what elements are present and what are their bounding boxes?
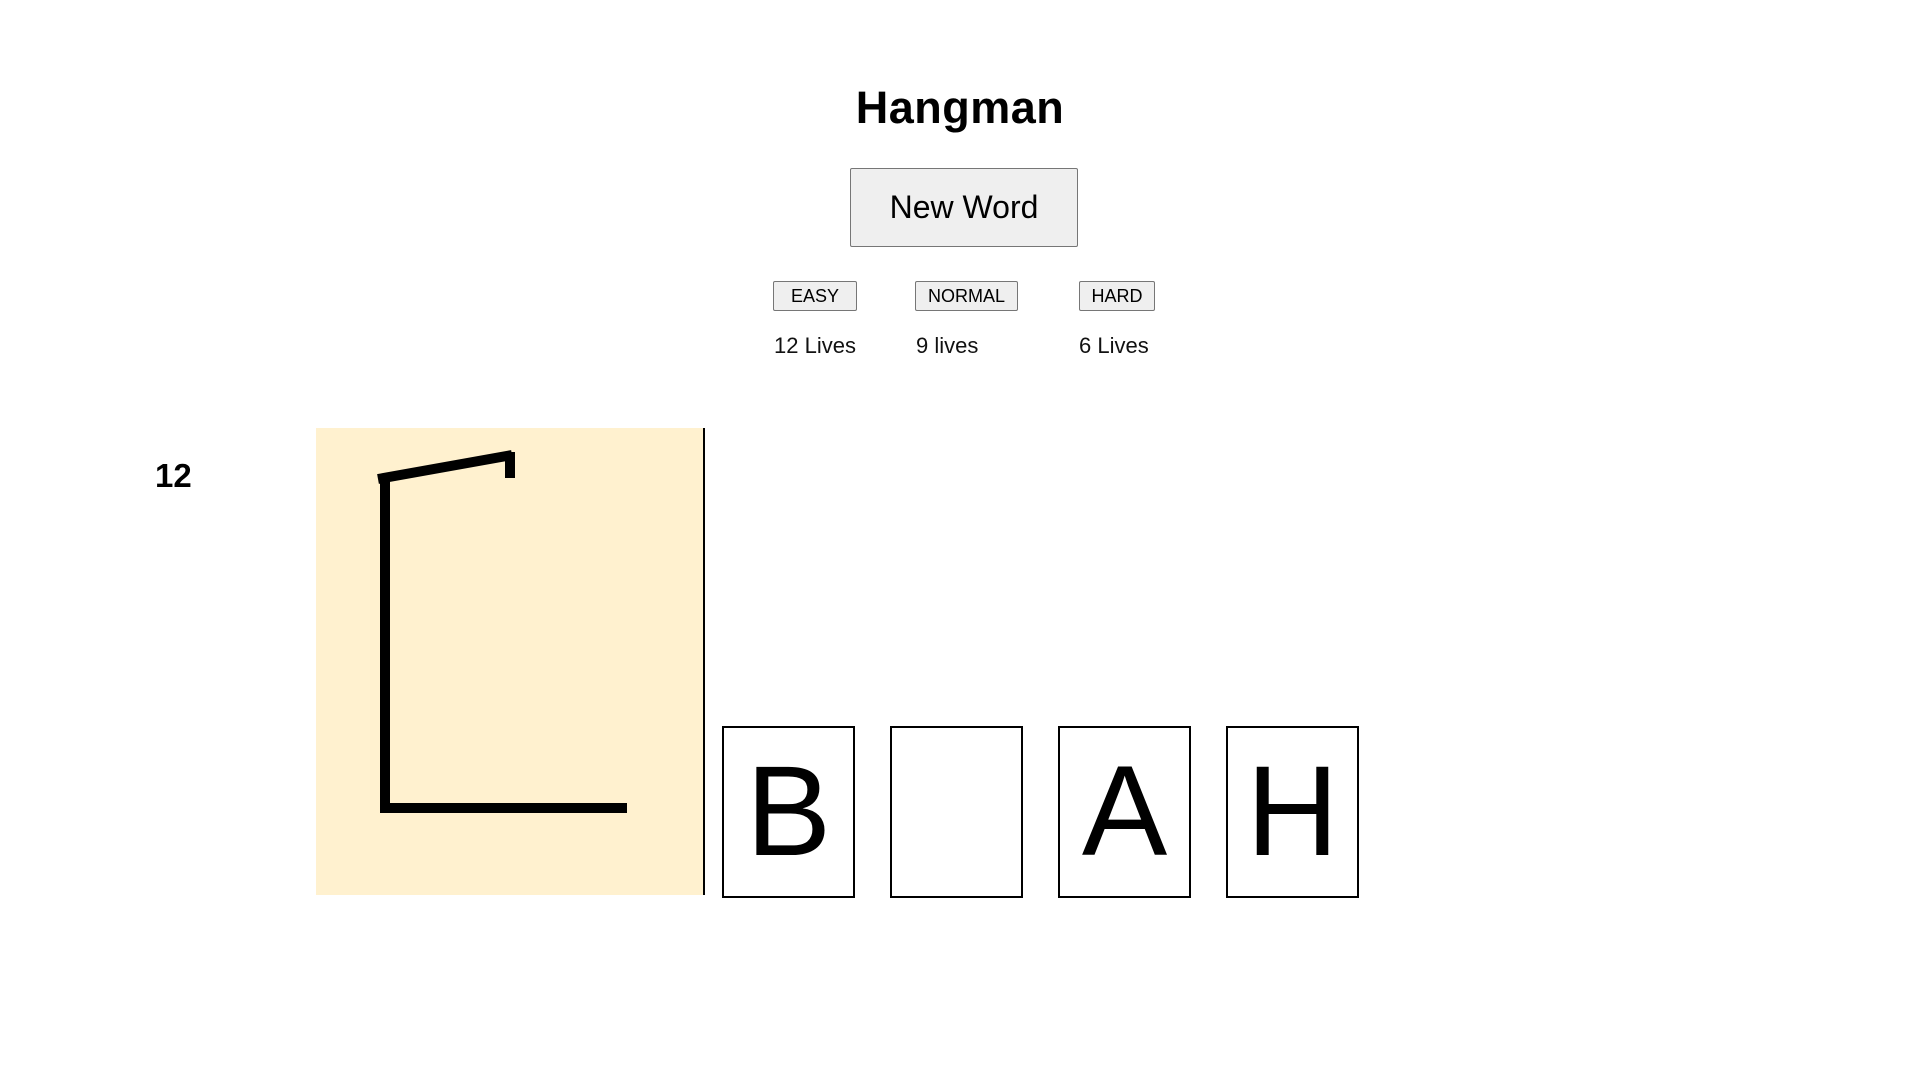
normal-lives-label: 9 lives: [916, 333, 979, 358]
normal-button[interactable]: NORMAL: [915, 281, 1018, 311]
new-word-button[interactable]: New Word: [850, 168, 1078, 247]
hangman-drawing-canvas: [316, 428, 705, 895]
letter-tile: A: [1058, 726, 1191, 898]
hard-button[interactable]: HARD: [1079, 281, 1155, 311]
hangman-page: Hangman New Word EASY NORMAL HARD 12 Liv…: [0, 0, 1920, 1080]
easy-lives-label: 12 Lives: [774, 333, 856, 358]
page-title: Hangman: [855, 82, 1065, 133]
letter-tile: B: [722, 726, 855, 898]
letter-tile: H: [1226, 726, 1359, 898]
letter-tile: [890, 726, 1023, 898]
lives-remaining-counter: 12: [155, 457, 192, 494]
hard-lives-label: 6 Lives: [1079, 333, 1149, 358]
gallows-drawing: [377, 450, 627, 813]
easy-button[interactable]: EASY: [773, 281, 857, 311]
gallows-beam: [377, 450, 513, 484]
